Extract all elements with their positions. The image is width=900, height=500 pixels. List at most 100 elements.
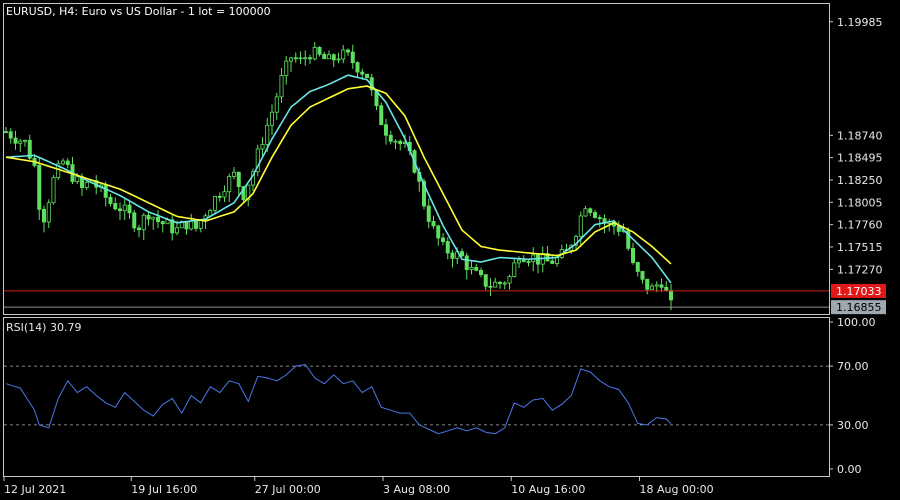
candle [8, 128, 13, 144]
rsi-tick-label: 100.00 [837, 316, 876, 329]
candle [526, 259, 531, 267]
candle [650, 283, 655, 290]
candle [136, 224, 141, 238]
candle [132, 210, 137, 232]
candle [113, 197, 118, 211]
chart-title: EURUSD, H4: Euro vs US Dollar - 1 lot = … [6, 5, 271, 18]
ma-lines-group [5, 74, 672, 284]
candle [431, 215, 436, 229]
candle [293, 52, 298, 63]
candle [217, 192, 222, 202]
candle [645, 278, 650, 295]
bid-badge-label: 1.16855 [836, 301, 882, 314]
rsi-axis: 100.00 70.00 30.00 0.00 [829, 316, 876, 476]
candle [108, 193, 113, 207]
candle [488, 278, 493, 296]
candle [288, 57, 293, 72]
rsi-tick-label: 30.00 [837, 419, 869, 432]
candle [493, 277, 498, 288]
candle [274, 92, 279, 120]
time-axis: 12 Jul 2021 19 Jul 16:00 27 Jul 00:00 3 Aug… [3, 476, 714, 496]
candle [118, 202, 123, 221]
time-tick-label: 18 Aug 00:00 [640, 483, 714, 496]
candle [326, 50, 331, 60]
candle [122, 197, 127, 221]
chart-root: EURUSD, H4: Euro vs US Dollar - 1 lot = … [0, 0, 900, 500]
candle [540, 246, 545, 273]
candles-group [4, 42, 674, 311]
candle [336, 52, 341, 64]
candle [464, 252, 469, 280]
candle [189, 213, 194, 231]
candle [284, 55, 289, 85]
ma-fast-line [5, 85, 672, 265]
candle [61, 158, 66, 166]
price-tick-label: 1.17515 [837, 241, 883, 254]
time-tick-label: 12 Jul 2021 [4, 483, 66, 496]
candle [379, 102, 384, 126]
candle [322, 51, 327, 60]
candle [141, 213, 146, 241]
candle [559, 244, 564, 259]
candle [383, 118, 388, 145]
candle [450, 249, 455, 268]
candle [65, 158, 70, 169]
candle [184, 221, 189, 235]
chart-svg[interactable]: EURUSD, H4: Euro vs US Dollar - 1 lot = … [0, 0, 900, 500]
candle [445, 237, 450, 260]
candle [502, 281, 507, 290]
candle [669, 284, 674, 311]
candle [18, 138, 23, 152]
price-tick-label: 1.18740 [837, 129, 883, 142]
rsi-pane-frame [3, 317, 830, 477]
candle [155, 210, 160, 229]
candle [84, 181, 89, 191]
candle [345, 48, 350, 56]
candle [440, 232, 445, 246]
price-tick-label: 1.18495 [837, 152, 883, 165]
candle [146, 212, 151, 226]
candle [37, 157, 42, 220]
rsi-label: RSI(14) 30.79 [6, 321, 81, 334]
candle [616, 221, 621, 237]
price-tick-label: 1.17270 [837, 263, 883, 276]
candle [507, 274, 512, 290]
candle [42, 205, 47, 233]
price-axis: 1.19985 1.18740 1.18495 1.18250 1.18005 1.177… [829, 16, 883, 276]
candle [331, 53, 336, 68]
candle [255, 144, 260, 177]
rsi-tick-label: 0.00 [837, 463, 862, 476]
candle [393, 139, 398, 150]
time-tick-label: 10 Aug 16:00 [511, 483, 585, 496]
candle [436, 224, 441, 246]
candle [317, 46, 322, 57]
candle [160, 220, 165, 233]
candle [341, 45, 346, 64]
candle [398, 139, 403, 151]
candle [512, 258, 517, 278]
candle [193, 220, 198, 232]
candle [170, 213, 175, 241]
candle [640, 270, 645, 284]
rsi-line [5, 364, 672, 435]
price-lines-group: 1.17033 1.16855 [4, 283, 886, 315]
candle [198, 219, 203, 233]
price-tick-label: 1.17760 [837, 219, 883, 232]
candle [227, 173, 232, 202]
candle [246, 184, 251, 207]
candle [208, 208, 213, 217]
candle [46, 199, 51, 228]
candle [151, 216, 156, 230]
candle [350, 44, 355, 69]
candle [459, 248, 464, 257]
time-tick-label: 3 Aug 08:00 [383, 483, 450, 496]
candle [583, 205, 588, 217]
candle [483, 274, 488, 291]
level-badge-label: 1.17033 [836, 285, 882, 298]
candle [222, 185, 227, 203]
candle [70, 156, 75, 185]
rsi-tick-label: 70.00 [837, 360, 869, 373]
price-tick-label: 1.18005 [837, 196, 883, 209]
candle [469, 259, 474, 275]
candle [597, 214, 602, 228]
